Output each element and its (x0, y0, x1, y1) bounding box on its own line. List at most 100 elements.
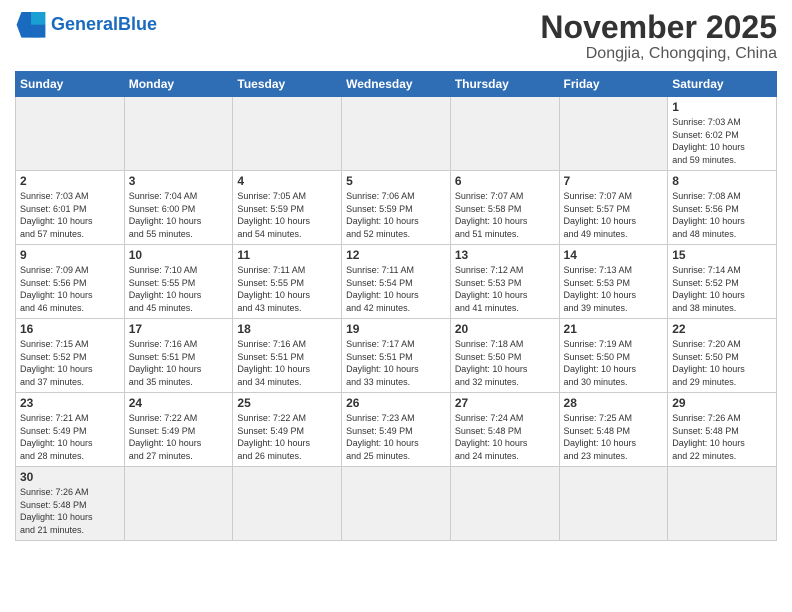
day-cell: 9Sunrise: 7:09 AM Sunset: 5:56 PM Daylig… (16, 245, 125, 319)
day-number: 26 (346, 396, 446, 410)
day-cell (559, 467, 668, 540)
day-number: 9 (20, 248, 120, 262)
day-info: Sunrise: 7:05 AM Sunset: 5:59 PM Dayligh… (237, 190, 337, 240)
logo-text: GeneralBlue (51, 15, 157, 33)
day-cell: 5Sunrise: 7:06 AM Sunset: 5:59 PM Daylig… (342, 171, 451, 245)
weekday-header-saturday: Saturday (668, 72, 777, 97)
day-number: 2 (20, 174, 120, 188)
day-cell (124, 97, 233, 171)
day-cell (450, 97, 559, 171)
day-cell: 6Sunrise: 7:07 AM Sunset: 5:58 PM Daylig… (450, 171, 559, 245)
week-row-2: 9Sunrise: 7:09 AM Sunset: 5:56 PM Daylig… (16, 245, 777, 319)
day-cell (233, 467, 342, 540)
day-number: 29 (672, 396, 772, 410)
day-info: Sunrise: 7:17 AM Sunset: 5:51 PM Dayligh… (346, 338, 446, 388)
week-row-4: 23 Sunrise: 7:21 AM Sunset: 5:49 PM Dayli… (16, 393, 777, 467)
day-number: 24 (129, 396, 229, 410)
day-cell: 18 Sunrise: 7:16 AM Sunset: 5:51 PM Dayli… (233, 319, 342, 393)
day-info: Sunrise: 7:06 AM Sunset: 5:59 PM Dayligh… (346, 190, 446, 240)
day-info: Sunrise: 7:24 AM Sunset: 5:48 PM Dayligh… (455, 412, 555, 462)
day-info: Sunrise: 7:21 AM Sunset: 5:49 PM Dayligh… (20, 412, 120, 462)
day-number: 30 (20, 470, 120, 484)
day-info: Sunrise: 7:07 AM Sunset: 5:58 PM Dayligh… (455, 190, 555, 240)
day-number: 25 (237, 396, 337, 410)
calendar-header: SundayMondayTuesdayWednesdayThursdayFrid… (16, 72, 777, 97)
logo: GeneralBlue (15, 10, 157, 38)
day-cell: 11 Sunrise: 7:11 AM Sunset: 5:55 PM Dayli… (233, 245, 342, 319)
day-number: 1 (672, 100, 772, 114)
weekday-header-thursday: Thursday (450, 72, 559, 97)
day-number: 21 (564, 322, 664, 336)
day-cell: 10 Sunrise: 7:10 AM Sunset: 5:55 PM Dayli… (124, 245, 233, 319)
day-info: Sunrise: 7:16 AM Sunset: 5:51 PM Dayligh… (237, 338, 337, 388)
day-cell: 26Sunrise: 7:23 AM Sunset: 5:49 PM Dayli… (342, 393, 451, 467)
week-row-3: 16 Sunrise: 7:15 AM Sunset: 5:52 PM Dayli… (16, 319, 777, 393)
day-cell (124, 467, 233, 540)
day-cell: 16 Sunrise: 7:15 AM Sunset: 5:52 PM Dayli… (16, 319, 125, 393)
day-cell: 7 Sunrise: 7:07 AM Sunset: 5:57 PM Daylig… (559, 171, 668, 245)
weekday-header-monday: Monday (124, 72, 233, 97)
day-number: 27 (455, 396, 555, 410)
day-info: Sunrise: 7:15 AM Sunset: 5:52 PM Dayligh… (20, 338, 120, 388)
day-cell: 19 Sunrise: 7:17 AM Sunset: 5:51 PM Dayli… (342, 319, 451, 393)
day-cell: 1Sunrise: 7:03 AM Sunset: 6:02 PM Daylig… (668, 97, 777, 171)
day-number: 3 (129, 174, 229, 188)
day-info: Sunrise: 7:13 AM Sunset: 5:53 PM Dayligh… (564, 264, 664, 314)
day-cell: 17 Sunrise: 7:16 AM Sunset: 5:51 PM Dayli… (124, 319, 233, 393)
day-cell: 29 Sunrise: 7:26 AM Sunset: 5:48 PM Dayli… (668, 393, 777, 467)
day-number: 7 (564, 174, 664, 188)
day-number: 19 (346, 322, 446, 336)
day-info: Sunrise: 7:07 AM Sunset: 5:57 PM Dayligh… (564, 190, 664, 240)
day-number: 13 (455, 248, 555, 262)
calendar-body: 1Sunrise: 7:03 AM Sunset: 6:02 PM Daylig… (16, 97, 777, 540)
day-info: Sunrise: 7:18 AM Sunset: 5:50 PM Dayligh… (455, 338, 555, 388)
day-number: 10 (129, 248, 229, 262)
week-row-5: 30 Sunrise: 7:26 AM Sunset: 5:48 PM Dayli… (16, 467, 777, 540)
logo-icon (15, 10, 47, 38)
day-cell: 20 Sunrise: 7:18 AM Sunset: 5:50 PM Dayli… (450, 319, 559, 393)
day-number: 23 (20, 396, 120, 410)
day-cell: 30 Sunrise: 7:26 AM Sunset: 5:48 PM Dayli… (16, 467, 125, 540)
day-number: 11 (237, 248, 337, 262)
day-number: 20 (455, 322, 555, 336)
day-cell: 4 Sunrise: 7:05 AM Sunset: 5:59 PM Daylig… (233, 171, 342, 245)
day-cell (342, 467, 451, 540)
day-cell: 3Sunrise: 7:04 AM Sunset: 6:00 PM Daylig… (124, 171, 233, 245)
day-info: Sunrise: 7:20 AM Sunset: 5:50 PM Dayligh… (672, 338, 772, 388)
day-info: Sunrise: 7:25 AM Sunset: 5:48 PM Dayligh… (564, 412, 664, 462)
day-number: 18 (237, 322, 337, 336)
day-info: Sunrise: 7:26 AM Sunset: 5:48 PM Dayligh… (20, 486, 120, 536)
weekday-header-wednesday: Wednesday (342, 72, 451, 97)
day-cell: 28 Sunrise: 7:25 AM Sunset: 5:48 PM Dayli… (559, 393, 668, 467)
day-cell: 23 Sunrise: 7:21 AM Sunset: 5:49 PM Dayli… (16, 393, 125, 467)
day-cell: 27 Sunrise: 7:24 AM Sunset: 5:48 PM Dayli… (450, 393, 559, 467)
day-info: Sunrise: 7:16 AM Sunset: 5:51 PM Dayligh… (129, 338, 229, 388)
day-info: Sunrise: 7:11 AM Sunset: 5:54 PM Dayligh… (346, 264, 446, 314)
day-cell: 15Sunrise: 7:14 AM Sunset: 5:52 PM Dayli… (668, 245, 777, 319)
day-number: 16 (20, 322, 120, 336)
day-info: Sunrise: 7:26 AM Sunset: 5:48 PM Dayligh… (672, 412, 772, 462)
day-cell: 21 Sunrise: 7:19 AM Sunset: 5:50 PM Dayli… (559, 319, 668, 393)
day-cell: 13 Sunrise: 7:12 AM Sunset: 5:53 PM Dayli… (450, 245, 559, 319)
day-info: Sunrise: 7:11 AM Sunset: 5:55 PM Dayligh… (237, 264, 337, 314)
header: GeneralBlue November 2025 Dongjia, Chong… (15, 10, 777, 63)
day-info: Sunrise: 7:10 AM Sunset: 5:55 PM Dayligh… (129, 264, 229, 314)
day-number: 14 (564, 248, 664, 262)
day-info: Sunrise: 7:12 AM Sunset: 5:53 PM Dayligh… (455, 264, 555, 314)
day-info: Sunrise: 7:03 AM Sunset: 6:01 PM Dayligh… (20, 190, 120, 240)
weekday-header-friday: Friday (559, 72, 668, 97)
day-cell: 12Sunrise: 7:11 AM Sunset: 5:54 PM Dayli… (342, 245, 451, 319)
day-cell: 22Sunrise: 7:20 AM Sunset: 5:50 PM Dayli… (668, 319, 777, 393)
day-info: Sunrise: 7:19 AM Sunset: 5:50 PM Dayligh… (564, 338, 664, 388)
day-number: 15 (672, 248, 772, 262)
day-cell: 14 Sunrise: 7:13 AM Sunset: 5:53 PM Dayli… (559, 245, 668, 319)
day-cell: 8Sunrise: 7:08 AM Sunset: 5:56 PM Daylig… (668, 171, 777, 245)
day-number: 28 (564, 396, 664, 410)
day-cell: 24Sunrise: 7:22 AM Sunset: 5:49 PM Dayli… (124, 393, 233, 467)
day-number: 4 (237, 174, 337, 188)
day-cell (450, 467, 559, 540)
day-cell (16, 97, 125, 171)
day-number: 8 (672, 174, 772, 188)
calendar-subtitle: Dongjia, Chongqing, China (540, 45, 777, 63)
day-number: 17 (129, 322, 229, 336)
